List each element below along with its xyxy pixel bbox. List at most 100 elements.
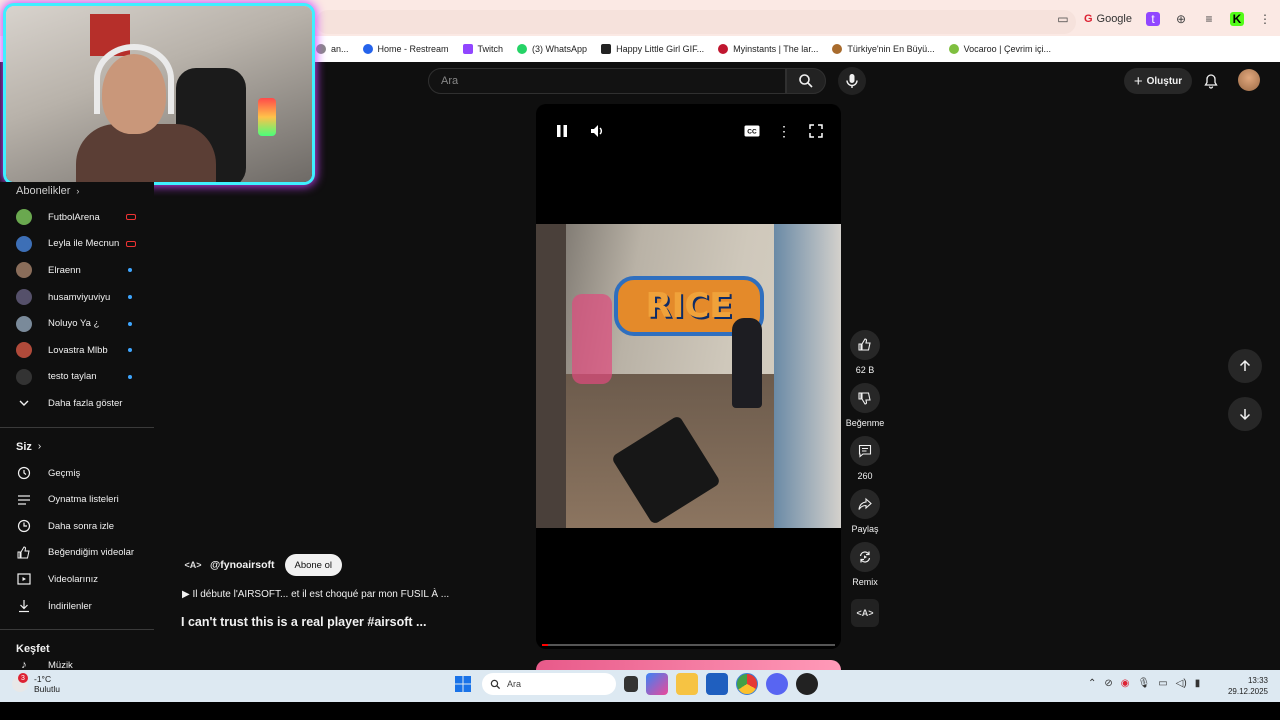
pause-icon[interactable] bbox=[553, 122, 571, 140]
sidebar-item-downloads[interactable]: İndirilenler bbox=[0, 593, 154, 620]
share-button[interactable] bbox=[850, 489, 880, 519]
fullscreen-icon[interactable] bbox=[807, 122, 825, 140]
voice-search-button[interactable] bbox=[838, 67, 866, 95]
subscriptions-header[interactable]: Abonelikler › bbox=[0, 182, 154, 200]
kick-extension-icon[interactable]: K bbox=[1230, 12, 1244, 26]
search-button[interactable] bbox=[786, 68, 826, 94]
sidebar-item-liked-videos[interactable]: Beğendiğim videolar bbox=[0, 540, 154, 567]
task-view-icon[interactable] bbox=[624, 676, 638, 692]
widgets-app-icon[interactable] bbox=[646, 673, 668, 695]
cast-icon[interactable]: ▭ bbox=[1056, 12, 1070, 26]
thumb-up-icon bbox=[16, 545, 32, 561]
sidebar-item-futbolarena[interactable]: FutbolArena bbox=[0, 204, 154, 231]
sidebar-item-watch-later[interactable]: Daha sonra izle bbox=[0, 513, 154, 540]
shorts-player[interactable]: CC ⋮ RICE bbox=[536, 104, 841, 649]
network-off-icon[interactable]: ⊘ bbox=[1104, 678, 1112, 689]
comments-button[interactable] bbox=[850, 436, 880, 466]
scene-door bbox=[774, 224, 841, 528]
sidebar-item-playlists[interactable]: Oynatma listeleri bbox=[0, 486, 154, 513]
captions-icon[interactable]: CC bbox=[743, 122, 761, 140]
subscribe-button[interactable]: Abone ol bbox=[284, 554, 343, 576]
video-icon bbox=[16, 571, 32, 587]
wifi-icon[interactable]: ▭ bbox=[1158, 678, 1167, 689]
bell-icon bbox=[1204, 74, 1218, 89]
search-input[interactable]: Ara bbox=[428, 68, 786, 94]
dislike-button[interactable] bbox=[850, 383, 880, 413]
chevron-up-icon[interactable]: ⌃ bbox=[1088, 678, 1096, 689]
address-bar[interactable] bbox=[316, 10, 1076, 34]
sidebar-item-history[interactable]: Geçmiş bbox=[0, 460, 154, 487]
video-frame: RICE bbox=[536, 224, 841, 528]
sidebar-item-music[interactable]: ♪ Müzik bbox=[0, 658, 154, 670]
share-action: Paylaş bbox=[845, 489, 885, 536]
system-tray: ⌃ ⊘ ◉ 🎙︎ ▭ ◁) ▮ bbox=[1088, 678, 1200, 689]
battery-icon[interactable]: ▮ bbox=[1195, 678, 1201, 689]
live-indicator-icon bbox=[126, 214, 136, 221]
windows-start-icon[interactable] bbox=[452, 673, 474, 695]
sidebar-item-testo-taylan[interactable]: testo taylan bbox=[0, 364, 154, 391]
bookmark-item[interactable]: Myinstants | The lar... bbox=[718, 44, 818, 54]
you-section-header[interactable]: Siz › bbox=[0, 438, 154, 456]
bookmark-item[interactable]: (3) WhatsApp bbox=[517, 44, 587, 54]
channel-avatar bbox=[16, 209, 32, 226]
history-icon bbox=[16, 465, 32, 481]
sound-channel-thumbnail[interactable]: <A> bbox=[851, 599, 879, 627]
new-content-dot-icon bbox=[128, 268, 132, 273]
google-label: Google bbox=[1096, 13, 1132, 25]
volume-icon[interactable]: ◁) bbox=[1176, 678, 1187, 689]
mic-icon[interactable]: 🎙︎ bbox=[1138, 678, 1151, 689]
playlist-icon bbox=[16, 492, 32, 508]
create-button[interactable]: + Oluştur bbox=[1124, 68, 1192, 94]
sidebar-item-elraenn[interactable]: Elraenn bbox=[0, 257, 154, 284]
obs-icon[interactable] bbox=[796, 673, 818, 695]
queue-icon[interactable]: ≡ bbox=[1202, 12, 1216, 26]
sidebar-item-lovastra-mlbb[interactable]: Lovastra Mlbb bbox=[0, 337, 154, 364]
video-title[interactable]: I can't trust this is a real player #air… bbox=[181, 615, 426, 629]
bookmark-item[interactable]: Home - Restream bbox=[362, 44, 449, 54]
bookmark-item[interactable]: Happy Little Girl GIF... bbox=[601, 44, 704, 54]
sidebar-item-noluyo-ya[interactable]: Noluyo Ya ¿ bbox=[0, 310, 154, 337]
discord-icon[interactable] bbox=[766, 673, 788, 695]
file-explorer-icon[interactable] bbox=[676, 673, 698, 695]
remix-button[interactable] bbox=[850, 542, 880, 572]
channel-logo[interactable]: <A> bbox=[182, 554, 204, 576]
volume-icon[interactable] bbox=[589, 122, 607, 140]
google-lens-chip[interactable]: G Google bbox=[1084, 13, 1132, 25]
next-short-button[interactable] bbox=[1228, 397, 1262, 431]
bookmark-item[interactable]: Vocaroo | Çevrim içi... bbox=[948, 44, 1051, 54]
plus-icon: + bbox=[1133, 72, 1143, 90]
channel-avatar bbox=[16, 235, 32, 252]
show-more-button[interactable]: Daha fazla göster bbox=[0, 390, 154, 417]
twitch-extension-icon[interactable]: t bbox=[1146, 12, 1160, 26]
previous-short-button[interactable] bbox=[1228, 349, 1262, 383]
more-vert-icon[interactable]: ⋮ bbox=[1258, 12, 1272, 26]
channel-name[interactable]: @fynoairsoft bbox=[210, 559, 275, 571]
remix-icon bbox=[859, 551, 871, 563]
like-button[interactable] bbox=[850, 330, 880, 360]
bookmark-favicon-icon bbox=[718, 44, 729, 54]
avatar[interactable] bbox=[1238, 69, 1260, 91]
bookmark-item[interactable]: an... bbox=[316, 44, 349, 54]
system-clock[interactable]: 13:33 29.12.2025 bbox=[1228, 675, 1268, 697]
security-icon[interactable]: ◉ bbox=[1121, 678, 1130, 689]
shorts-actions: 62 B Beğenme 260 Paylaş Remix <A> bbox=[845, 330, 885, 633]
notifications-button[interactable] bbox=[1200, 70, 1222, 92]
bookmark-favicon-icon bbox=[316, 44, 326, 54]
related-video-link[interactable]: ▶ Il débute l'AIRSOFT... et il est choqu… bbox=[182, 589, 449, 600]
extension-icon[interactable]: ⊕ bbox=[1174, 12, 1188, 26]
sidebar-item-husamviyuviyu[interactable]: husamviyuviyu bbox=[0, 284, 154, 311]
sidebar-item-your-videos[interactable]: Videolarınız bbox=[0, 566, 154, 593]
sidebar-item-leyla-ile-mecnun[interactable]: Leyla ile Mecnun bbox=[0, 231, 154, 258]
bookmark-item[interactable]: Twitch bbox=[462, 44, 503, 54]
weather-widget[interactable]: 3 -1°C Bulutlu bbox=[12, 673, 60, 694]
next-short-peek[interactable] bbox=[536, 660, 841, 670]
like-action: 62 B bbox=[845, 330, 885, 377]
taskbar-search[interactable]: Ara bbox=[482, 673, 616, 695]
chrome-icon[interactable] bbox=[736, 673, 758, 695]
new-content-dot-icon bbox=[128, 321, 132, 326]
progress-bar[interactable] bbox=[542, 644, 835, 646]
bookmark-item[interactable]: Türkiye'nin En Büyü... bbox=[832, 44, 935, 54]
bookmark-favicon-icon bbox=[362, 44, 373, 54]
more-vert-icon[interactable]: ⋮ bbox=[775, 122, 793, 140]
store-app-icon[interactable] bbox=[706, 673, 728, 695]
